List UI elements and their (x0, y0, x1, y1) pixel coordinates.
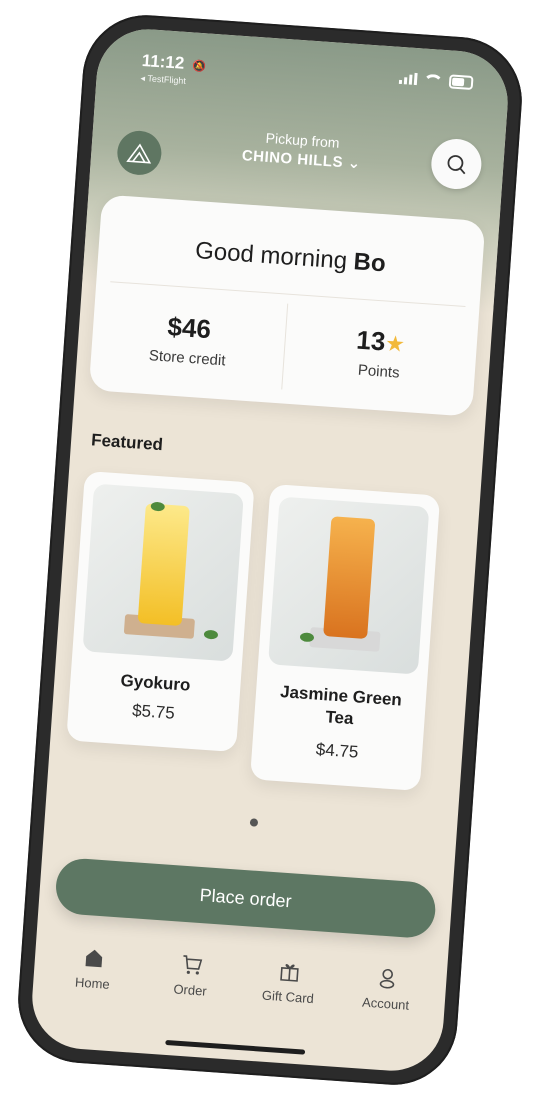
mute-icon: 🔕 (192, 60, 207, 74)
product-image (268, 496, 430, 675)
wifi-icon (422, 73, 444, 88)
place-order-button[interactable]: Place order (54, 856, 438, 940)
status-icons (398, 71, 474, 91)
store-credit-stat[interactable]: $46 Store credit (91, 306, 286, 373)
product-name: Gyokuro (119, 670, 191, 695)
tab-home[interactable]: Home (49, 943, 135, 1038)
home-icon (81, 945, 107, 971)
cart-icon (179, 952, 205, 978)
user-name: Bo (352, 248, 387, 278)
tab-bar: Home Order Gift Card Account (30, 942, 447, 1061)
points-value: 13 (355, 324, 387, 357)
product-price: $5.75 (131, 700, 176, 723)
tab-order[interactable]: Order (147, 950, 233, 1045)
tab-account[interactable]: Account (342, 963, 428, 1058)
person-icon (375, 965, 401, 991)
status-time: 11:12 (141, 50, 185, 73)
battery-icon (448, 74, 474, 91)
phone-frame: 11:12 🔕 ◂ TestFlight Pickup from CHINO H… (13, 10, 527, 1090)
store-credit-value: $46 (166, 311, 212, 345)
chevron-down-icon: ⌄ (347, 154, 362, 173)
tab-label: Account (361, 994, 410, 1013)
tab-gift-card[interactable]: Gift Card (244, 957, 330, 1052)
carousel-page-indicator[interactable] (249, 818, 259, 827)
product-name: Jasmine Green Tea (279, 682, 403, 729)
app-screen: 11:12 🔕 ◂ TestFlight Pickup from CHINO H… (28, 25, 512, 1075)
featured-heading: Featured (90, 430, 164, 455)
search-icon (447, 155, 466, 175)
product-image (82, 483, 244, 662)
gift-icon (277, 959, 303, 985)
product-price: $4.75 (315, 739, 360, 762)
points-stat[interactable]: 13★ Points (282, 320, 477, 387)
greeting-card: Good morning Bo $46 Store credit 13★ Poi… (88, 194, 486, 417)
greeting-text: Good morning Bo (98, 230, 483, 285)
greeting-prefix: Good morning (194, 237, 348, 275)
signal-icon (398, 72, 418, 86)
tab-label: Gift Card (261, 987, 315, 1007)
star-icon: ★ (384, 330, 406, 357)
product-card[interactable]: Jasmine Green Tea $4.75 (249, 483, 441, 792)
tab-label: Home (74, 974, 111, 992)
tab-label: Order (173, 981, 208, 999)
product-card[interactable]: Gyokuro $5.75 (66, 470, 255, 753)
